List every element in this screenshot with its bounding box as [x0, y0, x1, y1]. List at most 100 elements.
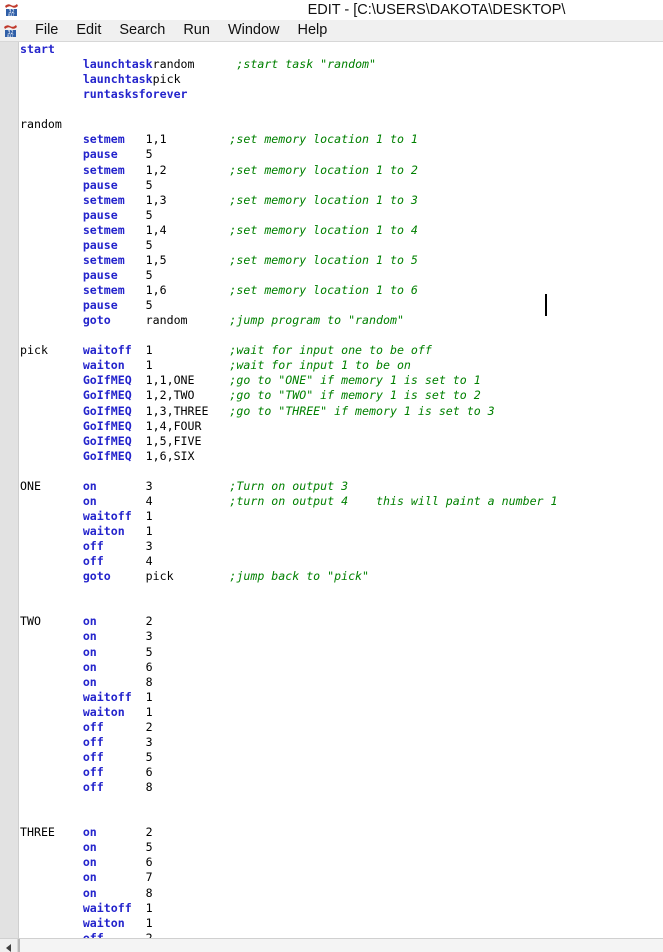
- code-argument: 6: [145, 855, 230, 870]
- menu-item-edit[interactable]: Edit: [67, 20, 110, 41]
- code-argument: 1: [145, 900, 230, 915]
- horizontal-scrollbar[interactable]: [0, 938, 663, 952]
- code-text[interactable]: start launchtaskrandom ;start task "rand…: [20, 42, 663, 938]
- code-opcode: off: [82, 719, 146, 734]
- code-opcode: GoIfMEQ: [82, 448, 146, 463]
- code-label: [20, 720, 83, 734]
- code-argument: 5: [145, 147, 230, 162]
- code-line: waitoff 1: [20, 690, 663, 705]
- code-line: GoIfMEQ 1,1,ONE ;go to "ONE" if memory 1…: [20, 373, 663, 388]
- code-argument: random: [152, 57, 237, 72]
- code-label: [20, 494, 83, 508]
- code-opcode: setmem: [82, 162, 146, 177]
- code-line: on 8: [20, 886, 663, 901]
- text-caret: [545, 294, 547, 316]
- code-label: [20, 298, 83, 312]
- code-line: launchtaskrandom ;start task "random": [20, 57, 663, 72]
- code-opcode: off: [82, 554, 146, 569]
- code-argument: 1,4: [145, 222, 230, 237]
- code-label: [20, 810, 83, 824]
- scroll-left-arrow-icon[interactable]: [0, 939, 18, 952]
- code-opcode: on: [82, 855, 146, 870]
- code-label: [20, 509, 83, 523]
- code-line: off 3: [20, 539, 663, 554]
- code-label: random: [20, 117, 83, 132]
- menu-bar: 32 BIT File Edit Search Run Window Help: [0, 20, 663, 42]
- scrollbar-edge: [18, 939, 20, 952]
- code-line: setmem 1,4 ;set memory location 1 to 4: [20, 223, 663, 238]
- code-label: [20, 388, 83, 402]
- code-opcode: [83, 102, 146, 116]
- code-label: [20, 238, 83, 252]
- code-line: goto random ;jump program to "random": [20, 313, 663, 328]
- code-opcode: on: [82, 644, 146, 659]
- code-opcode: waiton: [82, 358, 146, 373]
- code-opcode: [83, 117, 146, 131]
- code-opcode: [83, 464, 146, 478]
- code-argument: 1,3,THREE: [145, 403, 230, 418]
- code-label: [20, 750, 83, 764]
- code-argument: 5: [145, 644, 230, 659]
- title-bar: 32 BIT EDIT - [C:\USERS\DAKOTA\DESKTOP\: [0, 0, 663, 20]
- code-editor[interactable]: start launchtaskrandom ;start task "rand…: [0, 42, 663, 938]
- code-line: pause 5: [20, 178, 663, 193]
- code-line: [20, 102, 663, 117]
- code-opcode: setmem: [82, 222, 146, 237]
- code-label: [20, 72, 83, 86]
- code-opcode: GoIfMEQ: [82, 403, 146, 418]
- code-opcode: GoIfMEQ: [82, 418, 146, 433]
- code-comment: ;set memory location 1 to 5: [229, 252, 418, 267]
- code-argument: 2: [145, 930, 230, 938]
- menu-item-window[interactable]: Window: [219, 20, 289, 41]
- code-argument: [146, 328, 230, 342]
- code-line: off 2: [20, 720, 663, 735]
- menu-item-help[interactable]: Help: [289, 20, 337, 41]
- code-label: [20, 886, 83, 900]
- code-argument: 2: [145, 614, 230, 629]
- code-opcode: pause: [82, 237, 146, 252]
- code-opcode: launchtask: [82, 57, 153, 72]
- code-argument: 3: [145, 629, 230, 644]
- code-opcode: [83, 599, 146, 613]
- code-argument: 1: [145, 704, 230, 719]
- code-argument: pick: [152, 72, 237, 87]
- code-opcode: on: [82, 825, 146, 840]
- code-label: [20, 795, 83, 809]
- code-label: [20, 132, 83, 146]
- code-label: [20, 660, 83, 674]
- code-argument: 1,5: [145, 252, 230, 267]
- menu-item-run[interactable]: Run: [174, 20, 219, 41]
- code-opcode: on: [82, 493, 146, 508]
- code-label: [20, 901, 83, 915]
- code-opcode: on: [82, 674, 146, 689]
- menu-item-file[interactable]: File: [26, 20, 67, 41]
- code-argument: [146, 117, 230, 131]
- code-line: on 4 ;turn on output 4 this will paint a…: [20, 494, 663, 509]
- code-label: [20, 404, 83, 418]
- code-label: [20, 313, 83, 327]
- scrollbar-track[interactable]: [18, 939, 663, 952]
- code-argument: [188, 87, 272, 101]
- code-label: [20, 645, 83, 659]
- code-opcode: waiton: [82, 524, 146, 538]
- menu-item-search[interactable]: Search: [110, 20, 174, 41]
- code-line: start: [20, 42, 663, 57]
- code-argument: 8: [145, 780, 230, 795]
- code-argument: 5: [145, 749, 230, 764]
- code-comment: ;jump program to "random": [229, 313, 404, 328]
- code-line: runtasksforever: [20, 87, 663, 102]
- code-line: setmem 1,5 ;set memory location 1 to 5: [20, 253, 663, 268]
- code-comment: ;go to "TWO" if memory 1 is set to 2: [229, 388, 481, 403]
- code-label: [20, 524, 83, 538]
- code-label: TWO: [20, 614, 83, 629]
- code-comment: ;start task "random": [236, 57, 377, 72]
- code-line: pause 5: [20, 298, 663, 313]
- code-line: launchtaskpick: [20, 72, 663, 87]
- code-label: [20, 569, 83, 583]
- code-label: [20, 629, 83, 643]
- code-label: [20, 268, 83, 282]
- code-argument: [146, 584, 230, 598]
- code-line: GoIfMEQ 1,4,FOUR: [20, 419, 663, 434]
- code-opcode: on: [82, 659, 146, 674]
- menu-app-icon[interactable]: 32 BIT: [3, 22, 19, 39]
